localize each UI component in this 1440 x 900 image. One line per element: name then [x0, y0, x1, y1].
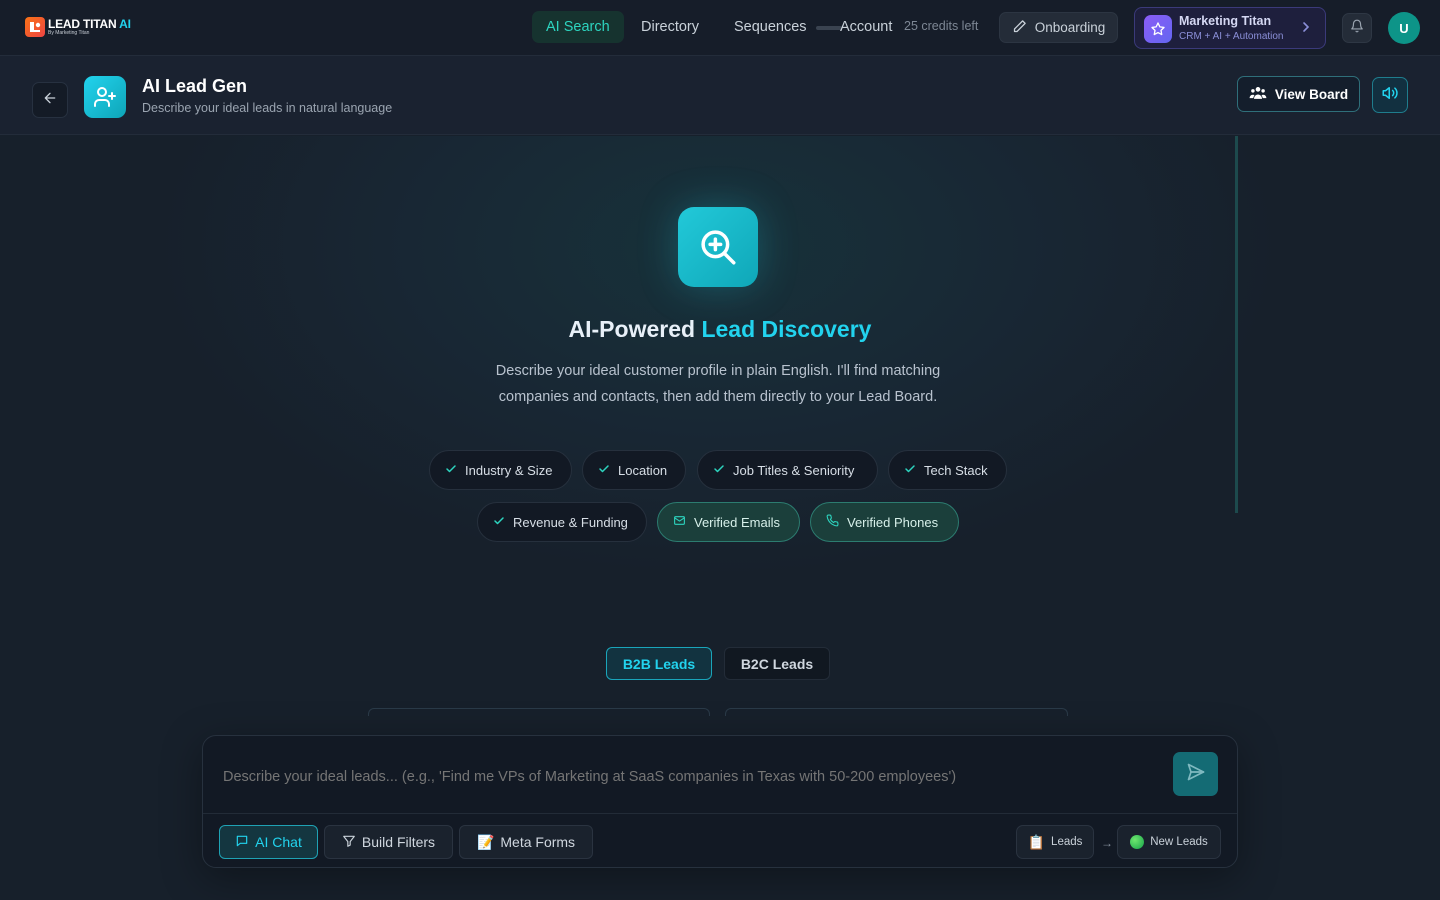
mail-icon: [673, 514, 686, 530]
bell-icon: [1350, 19, 1364, 38]
mode-ai-chat-button[interactable]: AI Chat: [219, 825, 318, 859]
zoom-search-icon: [678, 207, 758, 287]
phone-icon: [826, 514, 839, 530]
memo-icon: 📝: [476, 833, 495, 850]
check-icon: [445, 463, 457, 478]
page-title: AI Lead Gen: [142, 76, 248, 96]
arrow-left-icon: [42, 90, 58, 111]
feature-chip: Job Titles & Seniority: [697, 450, 878, 490]
view-board-button[interactable]: View Board: [1237, 76, 1360, 112]
check-icon: [713, 463, 725, 478]
notifications-button[interactable]: [1342, 13, 1372, 43]
composer-divider: [203, 813, 1237, 814]
tab-b2b-leads[interactable]: B2B Leads: [606, 647, 712, 680]
green-circle-icon: [1130, 835, 1145, 849]
hero-title: AI-Powered Lead Discovery: [568, 316, 872, 342]
check-icon: [493, 515, 505, 530]
arrow-right-icon: →: [1101, 836, 1113, 850]
prompt-composer: AI Chat Build Filters 📝 Meta Forms 📋 Lea…: [202, 735, 1238, 868]
feature-chip: Industry & Size: [429, 450, 572, 490]
mode-build-filters-button[interactable]: Build Filters: [324, 825, 453, 859]
nav-sequences[interactable]: Sequences: [720, 11, 821, 43]
back-button[interactable]: [32, 82, 68, 118]
brand-name: LEAD TITAN AI: [48, 17, 131, 31]
feature-chip-verified-emails: Verified Emails: [657, 502, 800, 542]
clipboard-icon: 📋: [1027, 833, 1046, 850]
page-header: AI Lead Gen Describe your ideal leads in…: [0, 56, 1440, 135]
feature-chip: Revenue & Funding: [477, 502, 647, 542]
brand-tagline: By Marketing Titan: [48, 30, 90, 36]
chevron-right-icon: [1301, 20, 1311, 39]
filter-icon: [342, 834, 356, 851]
feature-chip: Tech Stack: [888, 450, 1007, 490]
lead-card-preview: [368, 708, 710, 716]
send-icon: [1186, 762, 1206, 787]
voice-toggle-button[interactable]: [1372, 77, 1408, 113]
send-button[interactable]: [1173, 752, 1218, 796]
user-avatar[interactable]: U: [1388, 12, 1420, 44]
onboarding-label: Onboarding: [1034, 20, 1106, 35]
mode-meta-forms-button[interactable]: 📝 Meta Forms: [459, 825, 593, 859]
nav-directory[interactable]: Directory: [627, 11, 713, 43]
destination-leads[interactable]: 📋 Leads: [1016, 825, 1094, 859]
lead-description-input[interactable]: [223, 769, 1163, 785]
hero-description: Describe your ideal customer profile in …: [495, 363, 941, 405]
nav-ai-search[interactable]: AI Search: [532, 11, 624, 43]
chat-icon: [235, 834, 249, 851]
users-icon: [1249, 85, 1267, 104]
star-icon: [1144, 15, 1172, 43]
check-icon: [904, 463, 916, 478]
pencil-icon: [1012, 19, 1027, 37]
credits-counter: 25 credits left: [904, 19, 979, 33]
feature-chip: Location: [582, 450, 686, 490]
tab-b2c-leads[interactable]: B2C Leads: [724, 647, 830, 680]
brand-logo-icon: [25, 17, 45, 37]
onboarding-button[interactable]: Onboarding: [999, 12, 1118, 43]
page-subtitle: Describe your ideal leads in natural lan…: [142, 101, 393, 115]
view-board-label: View Board: [1274, 86, 1349, 102]
destination-new-leads[interactable]: New Leads: [1117, 825, 1221, 859]
feature-chip-verified-phones: Verified Phones: [810, 502, 959, 542]
top-nav: LEAD TITAN AI By Marketing Titan AI Sear…: [0, 0, 1440, 56]
user-plus-icon: [84, 76, 126, 118]
marketing-card-title: Marketing Titan: [1179, 14, 1272, 28]
check-icon: [598, 463, 610, 478]
nav-account[interactable]: Account: [826, 11, 906, 43]
marketing-titan-card[interactable]: Marketing Titan CRM + AI + Automation: [1134, 7, 1326, 49]
speaker-icon: [1381, 84, 1399, 107]
lead-card-preview: [725, 708, 1068, 716]
brand-logo[interactable]: LEAD TITAN AI By Marketing Titan: [25, 17, 131, 37]
marketing-card-subtitle: CRM + AI + Automation: [1179, 31, 1284, 42]
